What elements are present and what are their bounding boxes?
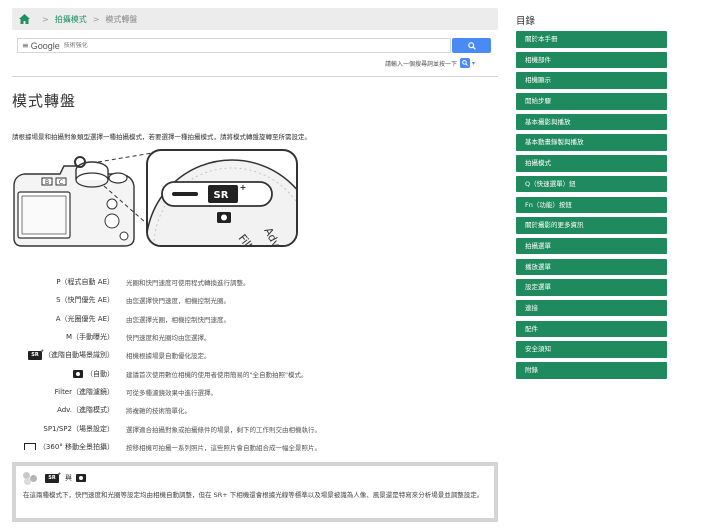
camera-icon	[73, 369, 83, 378]
toc-item-about-manual[interactable]: 關於本手冊	[516, 31, 667, 48]
note-heading: SR + 與	[23, 471, 487, 485]
mode-row: Filter（進階濾鏡） 可從多種濾鏡效果中進行選擇。	[12, 383, 502, 401]
mode-row: M（手動曝光） 快門速度和光圈均由您選擇。	[12, 328, 502, 346]
toc-item-more-on-photography[interactable]: 關於攝影的更多資訊	[516, 217, 667, 234]
google-brand-label: Google	[30, 40, 60, 51]
mode-row: SR + （進階自動場景識別） 相機根據場景自動優化設定。	[12, 346, 502, 364]
mode-list: P（程式自動 AE） 光圈和快門速度可使用程式轉換進行調整。 S（快門優先 AE…	[12, 273, 502, 456]
home-icon[interactable]	[19, 14, 30, 24]
mode-label-a: A（光圈優先 AE）	[55, 314, 114, 323]
toc-item-appendix[interactable]: 附錄	[516, 362, 667, 379]
sr-plus-icon: SR +	[28, 348, 44, 360]
toc-item-setup-menu[interactable]: 設定選單	[516, 279, 667, 296]
sr-plus-icon: SR +	[45, 471, 61, 483]
search-bar: ≡ Google	[17, 38, 491, 53]
mode-row: Adv.（進階模式） 將複雜的技術簡單化。	[12, 401, 502, 419]
toc-item-shooting-modes[interactable]: 拍攝模式	[516, 155, 667, 172]
mode-label-text: （360° 移動全景拍攝）	[38, 442, 114, 451]
mode-row: S（快門優先 AE） 由您選擇快門速度，相機控制光圈。	[12, 291, 502, 309]
mode-label-sp: SP1/SP2（場景設定）	[43, 424, 114, 433]
search-hint-button[interactable]	[460, 58, 471, 68]
mode-desc: 相機根據場景自動優化設定。	[126, 352, 211, 361]
mode-label-p: P（程式自動 AE）	[56, 278, 114, 287]
mode-desc: 按移相機可拍攝一系列照片，這些照片會自動組合成一幅全景照片。	[126, 443, 321, 452]
mode-desc: 可從多種濾鏡效果中進行選擇。	[126, 388, 217, 397]
breadcrumb-separator-icon: >	[42, 14, 49, 24]
mode-row: （360° 移動全景拍攝） 按移相機可拍攝一系列照片，這些照片會自動組合成一幅全…	[12, 438, 502, 456]
mode-row: A（光圈優先 AE） 由您選擇光圈，相機控制快門速度。	[12, 310, 502, 328]
mode-row: SP1/SP2（場景設定） 選擇適合拍攝對象或拍攝條件的場景，剩下的工作則交由相…	[12, 419, 502, 437]
mode-desc: 建議首次使用數位相機的使用者使用簡易的"全自動拍照"模式。	[126, 370, 308, 379]
mode-desc: 由您選擇快門速度，相機控制光圈。	[126, 297, 230, 306]
toc-item-basic-photo-playback[interactable]: 基本攝影與播放	[516, 113, 667, 131]
breadcrumb: > 拍攝模式 > 模式轉盤	[12, 8, 498, 30]
intro-text: 請根據場景和拍攝對象類型選擇一種拍攝模式，若要選擇一種拍攝模式，請將模式轉盤旋轉…	[12, 133, 311, 141]
mode-dial-closeup: SR + Filter Adv.	[146, 149, 298, 247]
camera-mode-dial-illustration: B C SR + Filter Adv.	[12, 146, 302, 254]
dropdown-arrow-icon[interactable]: ▾	[472, 60, 475, 67]
toc-title: 目錄	[516, 16, 536, 27]
search-input[interactable]	[63, 42, 450, 49]
camera-body-drawing: B C	[13, 156, 135, 247]
search-icon	[462, 60, 468, 66]
mode-label-filter: Filter（進階濾鏡）	[54, 387, 114, 396]
toc-item-accessories[interactable]: 配件	[516, 320, 667, 338]
mode-desc: 選擇適合拍攝對象或拍攝條件的場景，剩下的工作則交由相機執行。	[126, 425, 321, 434]
toc-item-fn-button[interactable]: Fn（功能）按鈕	[516, 196, 667, 213]
svg-text:SR: SR	[214, 190, 229, 201]
mode-desc: 將複雜的技術簡單化。	[126, 407, 191, 416]
note-text: 在這兩種模式下，快門速度和光圈等設定均由相機自動調整，但在 SR+ 下相機還會根…	[23, 491, 484, 499]
toc-item-q-button[interactable]: Q（快速選單）鈕	[516, 175, 667, 193]
mode-label-s: S（快門優先 AE）	[56, 296, 114, 305]
toc-item-camera-parts[interactable]: 相機部件	[516, 51, 667, 69]
google-logo-mark: ≡	[22, 41, 29, 50]
search-hint-text: 請輸入一個搜尋詞並按一下	[385, 60, 458, 68]
mode-label-m: M（手動曝光）	[65, 333, 114, 342]
toc-item-shooting-menu[interactable]: 拍攝選單	[516, 237, 667, 255]
mode-label-text: （自動）	[86, 369, 114, 378]
mode-row: （自動） 建議首次使用數位相機的使用者使用簡易的"全自動拍照"模式。	[12, 364, 502, 382]
toc-list: 關於本手冊 相機部件 相機顯示 開始步驟 基本攝影與播放 基本動畫錄製與播放 拍…	[516, 31, 667, 383]
header-divider	[12, 76, 498, 77]
mode-label-adv: Adv.（進階模式）	[57, 406, 114, 415]
search-button[interactable]	[452, 38, 491, 53]
search-icon	[467, 41, 476, 50]
search-field[interactable]: ≡ Google	[17, 38, 451, 53]
mode-label-auto: （自動）	[12, 369, 126, 379]
mode-desc: 由您選擇光圈，相機控制快門速度。	[126, 315, 230, 324]
svg-text:C: C	[59, 179, 63, 186]
note-icon	[23, 472, 39, 485]
toc-item-playback-menu[interactable]: 播放選單	[516, 258, 667, 276]
mode-desc: 快門速度和光圈均由您選擇。	[126, 334, 211, 343]
panorama-icon	[23, 443, 36, 451]
toc-item-safety-notes[interactable]: 安全須知	[516, 341, 667, 358]
search-hint: 請輸入一個搜尋詞並按一下 ▾	[385, 58, 475, 68]
page-title: 模式轉盤	[12, 92, 77, 110]
toc-item-basic-movie-playback[interactable]: 基本動畫錄製與播放	[516, 134, 667, 151]
toc-item-getting-started[interactable]: 開始步驟	[516, 93, 667, 110]
breadcrumb-link-shooting-mode[interactable]: 拍攝模式	[55, 14, 87, 25]
camera-icon	[76, 474, 86, 482]
toc-item-connections[interactable]: 連接	[516, 299, 667, 317]
toc-item-camera-display[interactable]: 相機顯示	[516, 72, 667, 89]
svg-text:B: B	[45, 179, 49, 186]
mode-label-advanced-sr-auto: SR + （進階自動場景識別）	[12, 348, 126, 360]
mode-label-text: （進階自動場景識別）	[44, 351, 114, 360]
mode-desc: 光圈和快門速度可使用程式轉換進行調整。	[126, 279, 250, 288]
breadcrumb-separator-icon: >	[92, 14, 100, 24]
breadcrumb-current: 模式轉盤	[105, 14, 138, 24]
note-box: SR + 與 在這兩種模式下，快門速度和光圈等設定均由相機自動調整，但在 SR+ …	[12, 462, 498, 522]
note-connector: 與	[65, 474, 72, 482]
mode-label-panorama: （360° 移動全景拍攝）	[12, 442, 126, 452]
mode-row: P（程式自動 AE） 光圈和快門速度可使用程式轉換進行調整。	[12, 273, 502, 291]
svg-text:+: +	[240, 183, 247, 192]
